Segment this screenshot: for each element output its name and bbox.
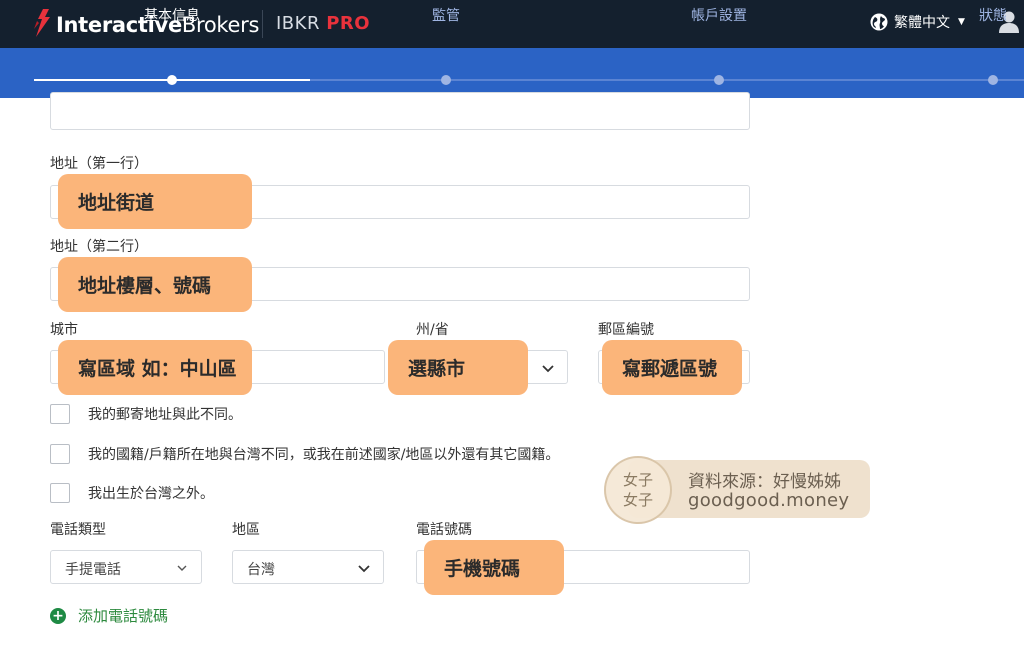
source-watermark: 女子 女子 資料來源：好慢姊姊 goodgood.money (604, 456, 870, 524)
watermark-logo: 女子 女子 (604, 456, 672, 524)
add-phone-button[interactable]: + 添加電話號碼 (50, 605, 168, 626)
chevron-down-icon (542, 365, 554, 373)
step-dot-regulatory (441, 75, 451, 85)
language-label: 繁體中文 (894, 15, 950, 31)
phone-type-label: 電話類型 (50, 522, 106, 538)
mailing-address-label: 我的郵寄地址與此不同。 (88, 407, 242, 423)
caret-down-icon: ▼ (958, 17, 965, 27)
watermark-source: 資料來源：好慢姊姊 (688, 472, 841, 492)
annotation-address-street: 地址街道 (58, 174, 252, 229)
step-dot-basic-info (167, 75, 177, 85)
progress-stepper (0, 48, 1024, 98)
previous-field-input[interactable] (50, 92, 750, 130)
product-name: IBKR PRO (276, 13, 371, 34)
annotation-city: 寫區域 如：中山區 (58, 340, 252, 395)
city-label: 城市 (50, 322, 78, 338)
watermark-site: goodgood.money (688, 490, 850, 511)
globe-icon (870, 13, 888, 31)
address-line1-label: 地址（第一行） (50, 156, 148, 172)
chevron-down-icon (177, 565, 187, 571)
annotation-state: 選縣市 (388, 340, 528, 395)
step-status[interactable]: 狀態 (979, 5, 1007, 25)
annotation-postal-code: 寫郵遞區號 (602, 340, 742, 395)
plus-circle-icon: + (50, 607, 66, 624)
step-dot-status (988, 75, 998, 85)
nationality-label: 我的國籍/戶籍所在地與台灣不同，或我在前述國家/地區以外還有其它國籍。 (88, 447, 560, 463)
language-selector[interactable]: 繁體中文 ▼ (870, 12, 965, 32)
phone-type-value: 手提電話 (65, 562, 121, 578)
born-outside-label: 我出生於台灣之外。 (88, 486, 214, 502)
phone-number-label: 電話號碼 (416, 522, 472, 538)
mailing-address-checkbox[interactable] (50, 404, 70, 424)
postal-code-label: 郵區編號 (598, 322, 654, 338)
annotation-address-floor: 地址樓層、號碼 (58, 257, 252, 312)
add-phone-label: 添加電話號碼 (78, 607, 169, 625)
born-outside-checkbox[interactable] (50, 483, 70, 503)
region-label: 地區 (232, 522, 260, 538)
nationality-checkbox[interactable] (50, 444, 70, 464)
step-dot-account-setup (714, 75, 724, 85)
state-label: 州/省 (416, 322, 449, 338)
region-select[interactable]: 台灣 (232, 550, 384, 584)
step-account-setup[interactable]: 帳戶設置 (691, 5, 747, 25)
phone-type-select[interactable]: 手提電話 (50, 550, 202, 584)
header-divider (262, 10, 263, 38)
chevron-down-icon (358, 565, 370, 573)
address-line2-label: 地址（第二行） (50, 239, 148, 255)
ib-logo-icon (34, 9, 50, 37)
annotation-phone: 手機號碼 (424, 540, 564, 595)
region-value: 台灣 (247, 562, 275, 578)
step-regulatory[interactable]: 監管 (432, 5, 460, 25)
step-basic-info[interactable]: 基本信息 (144, 5, 200, 25)
